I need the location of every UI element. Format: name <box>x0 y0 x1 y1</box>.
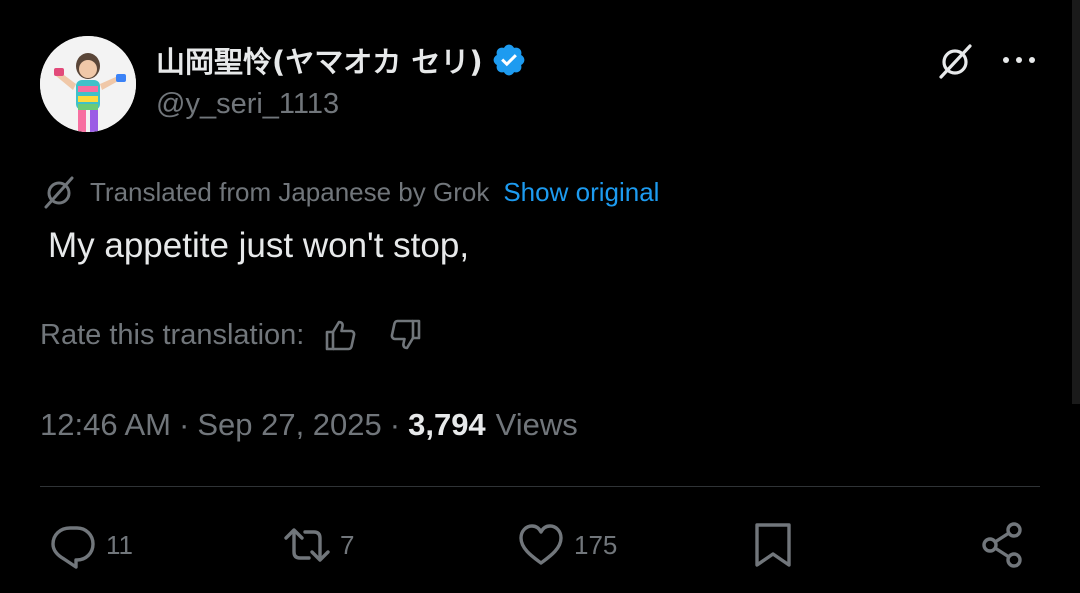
verified-badge-icon <box>493 44 524 76</box>
share-icon <box>982 522 1022 568</box>
display-name-row: 山岡聖怜(ヤマオカ セリ) <box>156 38 527 82</box>
more-icon[interactable] <box>1000 50 1038 70</box>
bookmark-button[interactable] <box>748 518 798 572</box>
tweet-text: My appetite just won't stop, <box>48 226 470 265</box>
grok-icon[interactable] <box>934 40 976 82</box>
avatar-image <box>40 36 136 132</box>
like-button[interactable]: 175 <box>516 518 617 572</box>
show-original-link[interactable]: Show original <box>503 177 659 208</box>
views-label[interactable]: Views <box>496 407 578 443</box>
scrollbar[interactable] <box>1072 0 1080 404</box>
translated-by-label: Translated from Japanese by Grok <box>90 176 490 207</box>
display-name[interactable]: 山岡聖怜(ヤマオカ セリ) <box>156 39 483 81</box>
bookmark-icon <box>755 523 791 567</box>
thumbs-down-icon[interactable] <box>388 317 424 353</box>
meta-separator: · <box>389 407 401 442</box>
repost-icon <box>284 528 330 562</box>
repost-button[interactable]: 7 <box>282 518 354 572</box>
reply-count: 11 <box>106 529 133 560</box>
grok-icon <box>44 176 74 209</box>
thumbs-up-icon[interactable] <box>322 317 358 353</box>
reply-button[interactable]: 11 <box>48 518 133 572</box>
view-count[interactable]: 3,794 <box>408 407 486 443</box>
handle[interactable]: @y_seri_1113 <box>156 88 339 121</box>
translation-notice: Translated from Japanese by Grok Show or… <box>40 172 659 212</box>
reply-icon <box>51 526 95 569</box>
tweet-time[interactable]: 12:46 AM <box>40 407 171 443</box>
like-count: 175 <box>574 529 618 560</box>
avatar[interactable] <box>40 36 136 132</box>
divider <box>40 486 1040 487</box>
rate-translation-label: Rate this translation: <box>40 318 305 351</box>
like-icon <box>519 524 563 565</box>
repost-count: 7 <box>340 529 355 560</box>
meta-separator: · <box>178 407 190 442</box>
share-button[interactable] <box>978 518 1028 572</box>
tweet-date[interactable]: Sep 27, 2025 <box>197 407 381 443</box>
tweet-meta: 12:46 AM · Sep 27, 2025 · 3,794 Views <box>40 404 578 446</box>
rate-translation: Rate this translation: <box>40 314 424 356</box>
